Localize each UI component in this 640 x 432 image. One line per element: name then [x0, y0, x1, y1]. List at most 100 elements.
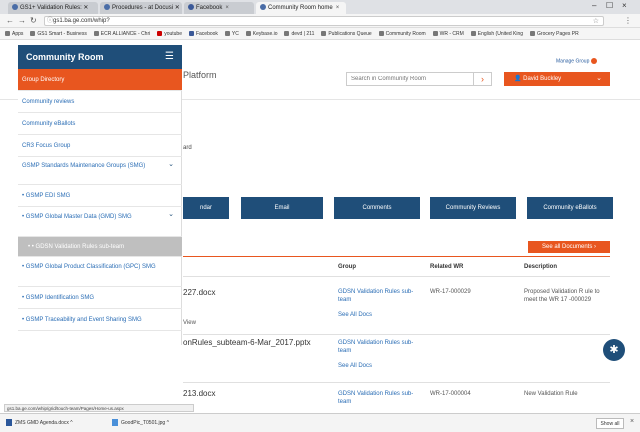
folder-icon	[378, 31, 384, 37]
info-icon: ⓘ	[47, 18, 54, 24]
bookmark[interactable]: Apps	[5, 28, 23, 39]
hamburger-icon[interactable]: ☰	[165, 45, 174, 69]
description: New Validation Rule	[524, 391, 578, 397]
bookmark[interactable]: ECR ALLIANCE - Chri	[93, 28, 150, 39]
browser-menu-icon[interactable]: ⋮	[624, 16, 632, 25]
forward-icon[interactable]: →	[18, 16, 26, 25]
share-fab-button[interactable]: ✱	[603, 339, 625, 361]
bookmark[interactable]: youtube	[157, 28, 182, 39]
minimize-icon[interactable]: –	[592, 1, 596, 10]
column-header-description: Description	[524, 264, 558, 270]
close-window-icon[interactable]: ×	[622, 1, 627, 10]
group-link[interactable]: GDSN Validation Rules sub-team	[338, 390, 420, 406]
facebook-icon	[188, 31, 194, 37]
sidebar-item-community-reviews[interactable]: Community reviews	[18, 91, 182, 113]
manage-group-link[interactable]: Manage Group	[556, 58, 598, 64]
sidebar-item-group-directory[interactable]: Group Directory	[18, 69, 182, 91]
apps-icon	[5, 31, 10, 37]
bookmark[interactable]: Grocery Pages PR	[530, 28, 579, 39]
youtube-icon	[157, 31, 163, 37]
bookmark-icon	[432, 31, 438, 37]
reload-icon[interactable]: ↻	[30, 16, 37, 25]
sidebar-item-gdsn-validation-rules[interactable]: • • GDSN Validation Rules sub-team	[18, 237, 182, 257]
download-item[interactable]: ZMS GMD Agenda.docx ^	[6, 418, 73, 428]
column-header-group: Group	[338, 264, 356, 270]
row-divider	[183, 276, 610, 277]
favicon-icon	[12, 4, 18, 11]
bookmark[interactable]: Facebook	[188, 28, 218, 39]
see-all-docs-link[interactable]: See All Docs	[338, 311, 372, 319]
sidebar-header: Community Room ☰	[18, 45, 182, 69]
sidebar-item-gsmp-smg[interactable]: GSMP Standards Maintenance Groups (SMG) …	[18, 157, 182, 185]
bookmark[interactable]: Keybase.io	[245, 28, 278, 39]
comments-button[interactable]: Comments	[334, 197, 420, 219]
sidebar-item-gmd-smg[interactable]: • GSMP Global Master Data (GMD) SMG ⌄	[18, 207, 182, 237]
bookmark[interactable]: devd | 211	[284, 28, 314, 39]
url-field[interactable]: ⓘ gs1.ba.ge.com/whip? ☆	[44, 16, 604, 26]
maximize-icon[interactable]: ☐	[606, 1, 613, 10]
row-divider	[183, 382, 610, 383]
see-all-docs-link[interactable]: See All Docs	[338, 362, 372, 370]
tab-label: GS1+ Validation Rules: ✕	[20, 5, 89, 11]
community-reviews-button[interactable]: Community Reviews	[430, 197, 516, 219]
calendar-button[interactable]: ndar	[183, 197, 229, 219]
tab-label: Community Room home	[268, 5, 333, 11]
bookmark[interactable]: WR - CRM	[432, 28, 464, 39]
user-menu-button[interactable]: 👤 David Buckley ⌄	[504, 72, 610, 86]
browser-tab[interactable]: GS1+ Validation Rules: ✕	[8, 2, 98, 14]
related-wr: WR-17-000029	[430, 289, 471, 295]
document-link[interactable]: onRules_subteam-6-Mar_2017.pptx	[183, 338, 311, 347]
user-icon: 👤	[514, 76, 524, 82]
bookmark[interactable]: Publications Queue	[321, 28, 372, 39]
sidebar-item-community-eballots[interactable]: Community eBallots	[18, 113, 182, 135]
table-divider	[183, 256, 610, 257]
downloads-bar: ZMS GMD Agenda.docx ^ GoodPic_T0501.jpg …	[0, 413, 640, 432]
see-all-documents-button[interactable]: See all Documents ›	[528, 241, 610, 253]
tab-label: Facebook	[196, 5, 223, 11]
sidebar-item-cr3-focus-group[interactable]: CR3 Focus Group	[18, 135, 182, 157]
back-icon[interactable]: ←	[6, 16, 14, 25]
community-eballots-button[interactable]: Community eBallots	[527, 197, 613, 219]
download-item[interactable]: GoodPic_T0501.jpg ^	[112, 418, 169, 428]
search-submit-button[interactable]: ›	[473, 73, 491, 85]
show-all-downloads-button[interactable]: Show all	[596, 418, 624, 429]
search-input[interactable]	[347, 73, 467, 85]
group-link[interactable]: GDSN Validation Rules sub-team	[338, 339, 420, 355]
group-link[interactable]: GDSN Validation Rules sub-team	[338, 288, 420, 304]
chevron-down-icon[interactable]: ⌄	[168, 210, 174, 219]
browser-tab[interactable]: Facebook ×	[184, 2, 254, 14]
bookmark[interactable]: YC	[224, 28, 239, 39]
bookmark-icon	[245, 31, 251, 37]
close-icon[interactable]: ×	[630, 418, 634, 425]
gear-icon	[591, 58, 598, 64]
sidebar-item-identification-smg[interactable]: • GSMP Identification SMG	[18, 287, 182, 309]
status-url: gs1.ba.ge.com/whip/grid/touch-team/Pages…	[4, 404, 194, 412]
close-icon[interactable]: ×	[225, 5, 229, 11]
search-box: ›	[346, 72, 492, 86]
chevron-down-icon[interactable]: ⌄	[168, 160, 174, 169]
sidebar-item-traceability-smg[interactable]: • GSMP Traceability and Event Sharing SM…	[18, 309, 182, 331]
browser-tab-active[interactable]: Community Room home ×	[256, 2, 346, 14]
bookmark-icon	[470, 31, 476, 37]
facebook-icon	[188, 4, 194, 11]
column-header-related-wr: Related WR	[430, 264, 464, 270]
chevron-down-icon: ⌄	[596, 75, 602, 82]
sidebar-item-gpc-smg[interactable]: • GSMP Global Product Classification (GP…	[18, 257, 182, 287]
sidebar-menu: Community Room ☰ Group Directory Communi…	[18, 45, 182, 345]
view-link[interactable]: View	[183, 319, 196, 327]
bookmark[interactable]: GS1 Smart - Business	[30, 28, 87, 39]
word-doc-icon	[6, 419, 12, 427]
star-icon[interactable]: ☆	[593, 17, 599, 26]
close-icon[interactable]: ×	[336, 5, 340, 11]
bookmark[interactable]: English (United King	[470, 28, 523, 39]
document-link[interactable]: 213.docx	[183, 389, 215, 398]
bookmark-icon	[30, 31, 36, 37]
bookmark[interactable]: Community Room	[378, 28, 426, 39]
sidebar-item-edi-smg[interactable]: • GSMP EDI SMG	[18, 185, 182, 207]
favicon-icon	[260, 4, 266, 11]
email-button[interactable]: Email	[241, 197, 323, 219]
browser-tab[interactable]: Procedures - at Docusi ✕	[100, 2, 182, 14]
url-text: gs1.ba.ge.com/whip?	[53, 18, 110, 24]
tab-label: Procedures - at Docusi ✕	[112, 5, 180, 11]
document-link[interactable]: 227.docx	[183, 288, 215, 297]
